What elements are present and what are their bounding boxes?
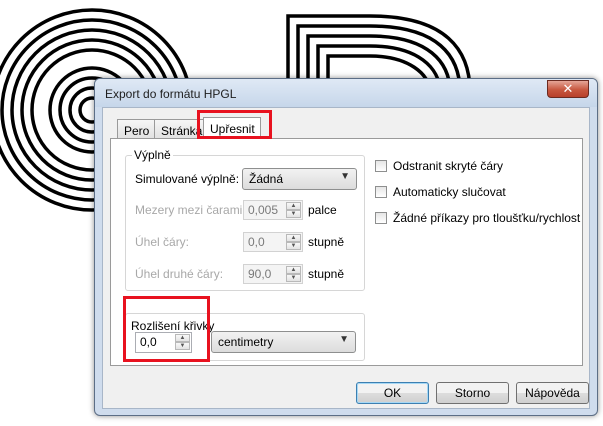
caret-up-icon[interactable]: ▲ <box>286 266 301 274</box>
simulated-fills-dropdown[interactable]: Žádná ▼ <box>242 168 357 190</box>
title-bar[interactable]: Export do formátu HPGL ✕ <box>95 79 597 107</box>
line-spacing-spinner[interactable]: 0,005 ▲ ▼ <box>243 200 303 220</box>
auto-merge-label[interactable]: Automaticky slučovat <box>393 185 506 199</box>
caret-up-icon[interactable]: ▲ <box>286 234 301 242</box>
simulated-fills-label: Simulované výplně: <box>135 172 240 186</box>
line-spacing-label: Mezery mezi čarami: <box>135 203 246 217</box>
fills-group: Výplně Simulované výplně: Žádná ▼ Mezery… <box>125 148 365 291</box>
close-button[interactable]: ✕ <box>547 80 589 98</box>
chevron-down-icon: ▼ <box>339 334 349 345</box>
line-angle-value: 0,0 <box>248 235 265 249</box>
close-icon: ✕ <box>562 81 574 96</box>
fills-group-title: Výplně <box>132 148 173 162</box>
highlight-curve-resolution <box>123 296 210 362</box>
export-hpgl-dialog: Export do formátu HPGL ✕ Pero Stránka Up… <box>94 78 598 416</box>
window-title: Export do formátu HPGL <box>105 87 237 101</box>
auto-merge-checkbox[interactable] <box>375 186 387 198</box>
line-spacing-unit: palce <box>308 203 337 217</box>
help-button[interactable]: Nápověda <box>516 382 589 404</box>
ok-button[interactable]: OK <box>356 382 429 404</box>
line-angle-unit: stupně <box>308 235 345 249</box>
caret-up-icon[interactable]: ▲ <box>286 202 301 210</box>
cancel-button[interactable]: Storno <box>436 382 509 404</box>
curve-unit-dropdown[interactable]: centimetry ▼ <box>211 331 356 353</box>
remove-hidden-lines-label[interactable]: Odstranit skryté čáry <box>393 159 503 173</box>
line-angle-spinner[interactable]: 0,0 ▲ ▼ <box>243 232 303 252</box>
chevron-down-icon: ▼ <box>340 171 350 182</box>
second-angle-spinner[interactable]: 90,0 ▲ ▼ <box>243 264 303 284</box>
simulated-fills-value: Žádná <box>249 172 284 186</box>
highlight-tab-upresnit <box>197 110 272 139</box>
caret-down-icon[interactable]: ▼ <box>286 242 301 250</box>
tab-label: Pero <box>124 124 150 138</box>
spinner-buttons: ▲ ▼ <box>286 266 301 282</box>
line-spacing-value: 0,005 <box>248 203 279 217</box>
spinner-buttons: ▲ ▼ <box>286 202 301 218</box>
caret-down-icon[interactable]: ▼ <box>286 274 301 282</box>
dialog-client-area: Pero Stránka Upřesnit Výplně Simulované … <box>102 107 590 409</box>
second-angle-value: 90,0 <box>248 267 272 281</box>
curve-unit-value: centimetry <box>218 335 274 349</box>
no-width-speed-commands-label[interactable]: Žádné příkazy pro tloušťku/rychlost <box>393 211 580 225</box>
second-angle-unit: stupně <box>308 267 345 281</box>
tab-pero[interactable]: Pero <box>117 119 155 139</box>
caret-down-icon[interactable]: ▼ <box>286 210 301 218</box>
no-width-speed-commands-checkbox[interactable] <box>375 212 387 224</box>
remove-hidden-lines-checkbox[interactable] <box>375 160 387 172</box>
second-angle-label: Úhel druhé čáry: <box>135 267 224 281</box>
spinner-buttons: ▲ ▼ <box>286 234 301 250</box>
line-angle-label: Úhel čáry: <box>135 235 190 249</box>
